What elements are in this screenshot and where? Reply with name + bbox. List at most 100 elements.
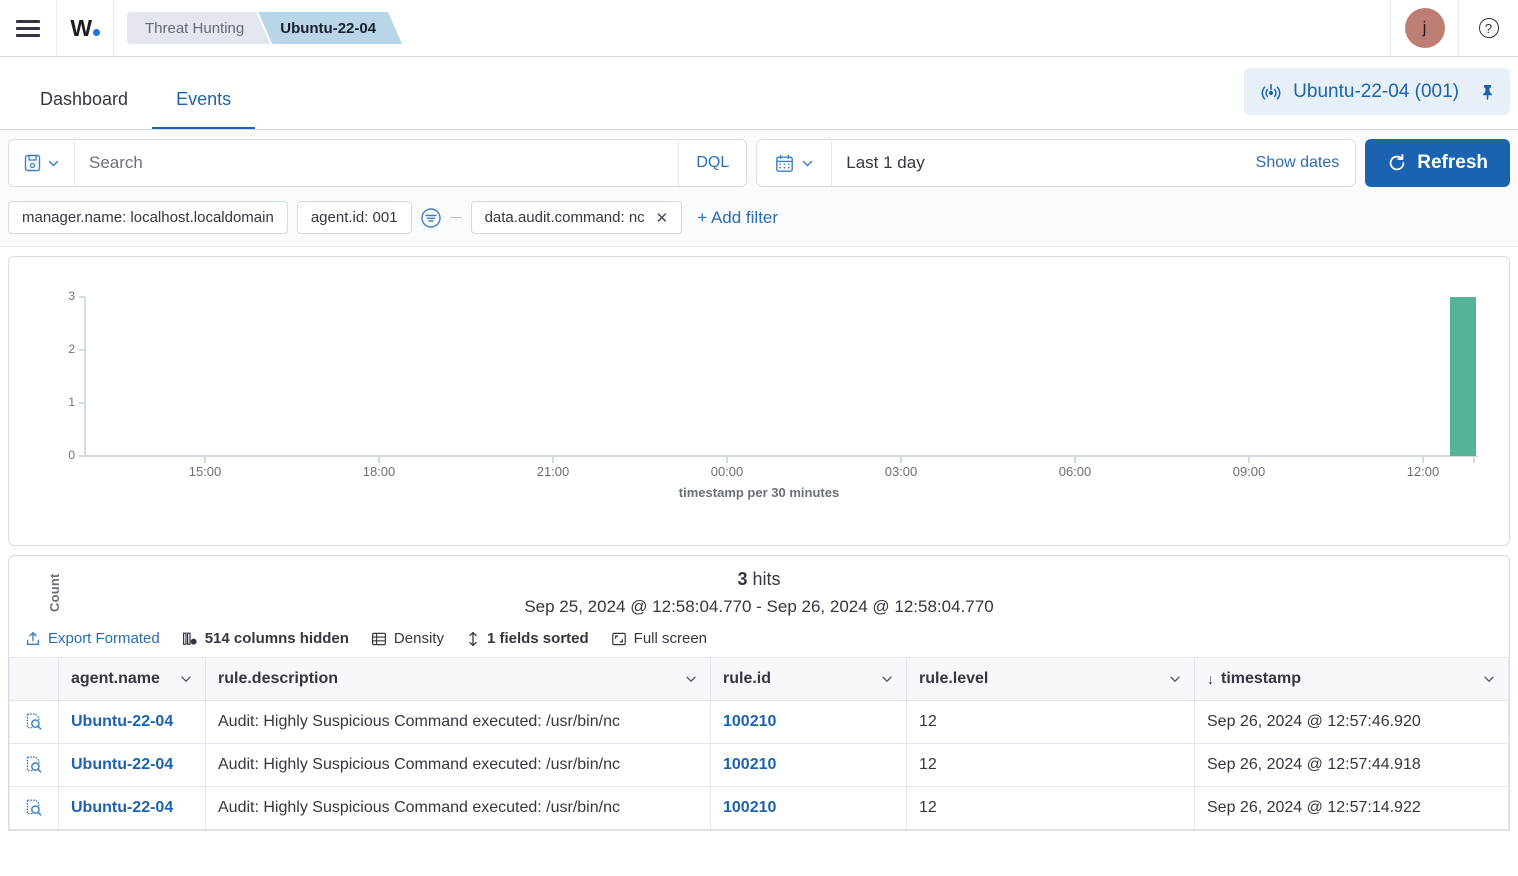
x-axis-tick: 09:00 [1232,464,1266,479]
chevron-down-icon[interactable] [684,672,698,686]
user-account-button[interactable]: j [1390,0,1458,56]
date-quick-select-button[interactable] [757,140,833,186]
toolbar-label: Full screen [633,630,708,647]
cell-agent-name[interactable]: Ubuntu-22-04 [58,700,206,744]
hamburger-menu-icon [16,19,40,37]
close-x-icon[interactable]: ✕ [656,209,669,227]
refresh-button[interactable]: Refresh [1365,139,1510,187]
expand-row-button[interactable] [9,700,59,744]
menu-toggle-button[interactable] [0,0,57,56]
header-right-group: j ? [1390,0,1518,56]
tab-label: Events [176,89,232,109]
query-language-label: DQL [696,154,730,171]
table-gutter-header [9,657,59,701]
x-axis-tick: 06:00 [1058,464,1092,479]
cell-agent-name[interactable]: Ubuntu-22-04 [58,786,206,830]
expand-row-button[interactable] [9,743,59,787]
query-language-button[interactable]: DQL [678,140,746,186]
agent-name-link[interactable]: Ubuntu-22-04 [71,713,173,730]
filter-pill-agent-id[interactable]: agent.id: 001 [296,201,412,234]
column-header-timestamp[interactable]: ↓ timestamp [1194,657,1509,701]
calendar-icon [775,154,793,172]
agent-selector-label: Ubuntu-22-04 (001) [1293,80,1459,102]
show-dates-button[interactable]: Show dates [1240,140,1356,186]
date-range-label: Last 1 day [846,153,925,172]
column-header-rule-description[interactable]: rule.description [205,657,711,701]
cell-rule-description: Audit: Highly Suspicious Command execute… [205,743,711,787]
y-axis-tick: 2 [68,342,75,356]
app-logo[interactable]: W [57,0,114,56]
cell-agent-name[interactable]: Ubuntu-22-04 [58,743,206,787]
y-axis-title: Count [47,573,62,612]
rule-id-link[interactable]: 100210 [723,713,776,730]
chevron-down-icon[interactable] [880,672,894,686]
table-row[interactable]: Ubuntu-22-04 Audit: Highly Suspicious Co… [9,743,1509,787]
tab-dashboard[interactable]: Dashboard [16,90,152,129]
breadcrumb: Threat Hunting Ubuntu-22-04 [114,0,1390,56]
filter-pill-manager-name[interactable]: manager.name: localhost.localdomain [8,201,288,234]
query-bar: DQL Last 1 day Show dates Refresh [0,130,1518,195]
agent-selector[interactable]: Ubuntu-22-04 (001) [1244,68,1510,115]
fullscreen-icon [611,632,626,645]
add-filter-button[interactable]: + Add filter [697,208,778,228]
export-formatted-button[interactable]: Export Formated [25,630,160,647]
saved-queries-button[interactable] [9,140,75,186]
histogram-svg [79,296,1478,463]
inspect-document-icon [26,799,42,816]
events-table: agent.name rule.description rule.id rule… [9,657,1509,830]
column-label: agent.name [71,670,160,687]
refresh-icon [1389,153,1405,171]
rule-id-link[interactable]: 100210 [723,799,776,816]
date-picker-group: Last 1 day Show dates [756,139,1357,187]
pin-icon[interactable] [1479,83,1496,101]
logo-text: W [70,16,100,40]
column-header-agent-name[interactable]: agent.name [58,657,206,701]
breadcrumb-item-agent[interactable]: Ubuntu-22-04 [258,12,402,44]
column-header-rule-level[interactable]: rule.level [906,657,1195,701]
full-screen-button[interactable]: Full screen [611,630,707,647]
cell-timestamp: Sep 26, 2024 @ 12:57:14.922 [1194,786,1509,830]
search-input[interactable] [75,140,679,186]
filter-pill-audit-command[interactable]: data.audit.command: nc ✕ [470,201,683,234]
column-header-rule-id[interactable]: rule.id [710,657,907,701]
histogram-chart[interactable]: 3 2 1 0 15:00 18:00 21:00 00:00 03:00 06… [9,257,1509,612]
avatar-initial: j [1422,18,1427,37]
table-row[interactable]: Ubuntu-22-04 Audit: Highly Suspicious Co… [9,700,1509,744]
expand-row-button[interactable] [9,786,59,830]
top-header: W Threat Hunting Ubuntu-22-04 j ? [0,0,1518,57]
toolbar-label: Density [393,630,444,647]
filter-group-icon[interactable] [419,206,443,230]
rule-id-link[interactable]: 100210 [723,756,776,773]
cell-rule-level: 12 [906,743,1195,787]
chevron-down-icon[interactable] [1168,672,1182,686]
tab-events[interactable]: Events [152,89,256,129]
chevron-down-icon[interactable] [179,672,193,686]
agent-name-link[interactable]: Ubuntu-22-04 [71,756,173,773]
hits-label: hits [752,569,781,589]
date-range-display[interactable]: Last 1 day [832,140,1239,186]
table-row[interactable]: Ubuntu-22-04 Audit: Highly Suspicious Co… [9,786,1509,830]
cell-rule-id[interactable]: 100210 [710,786,907,830]
cell-rule-id[interactable]: 100210 [710,743,907,787]
x-axis-tick: 03:00 [884,464,918,479]
toolbar-label: Export Formated [48,630,160,647]
table-body: Ubuntu-22-04 Audit: Highly Suspicious Co… [9,700,1509,830]
wifi-signal-icon [1261,83,1281,100]
sort-icon [469,631,477,646]
x-axis-tick: 12:00 [1406,464,1440,479]
help-button[interactable]: ? [1458,0,1518,56]
histogram-bar [1450,297,1476,456]
column-label: rule.description [218,670,339,687]
toolbar-label: 514 columns hidden [204,630,349,647]
agent-name-link[interactable]: Ubuntu-22-04 [71,799,173,816]
chevron-down-icon[interactable] [1482,672,1496,686]
fields-sorted-button[interactable]: 1 fields sorted [466,630,589,647]
x-axis-title: timestamp per 30 minutes [678,485,840,500]
chevron-down-icon [48,160,58,166]
cell-rule-id[interactable]: 100210 [710,700,907,744]
density-button[interactable]: Density [371,630,444,647]
breadcrumb-item-threat-hunting[interactable]: Threat Hunting [127,12,270,44]
filter-bar: manager.name: localhost.localdomain agen… [0,195,1518,247]
columns-hidden-button[interactable]: 514 columns hidden [182,630,349,647]
grid-toolbar: Export Formated 514 columns hidden Densi… [9,617,1509,657]
